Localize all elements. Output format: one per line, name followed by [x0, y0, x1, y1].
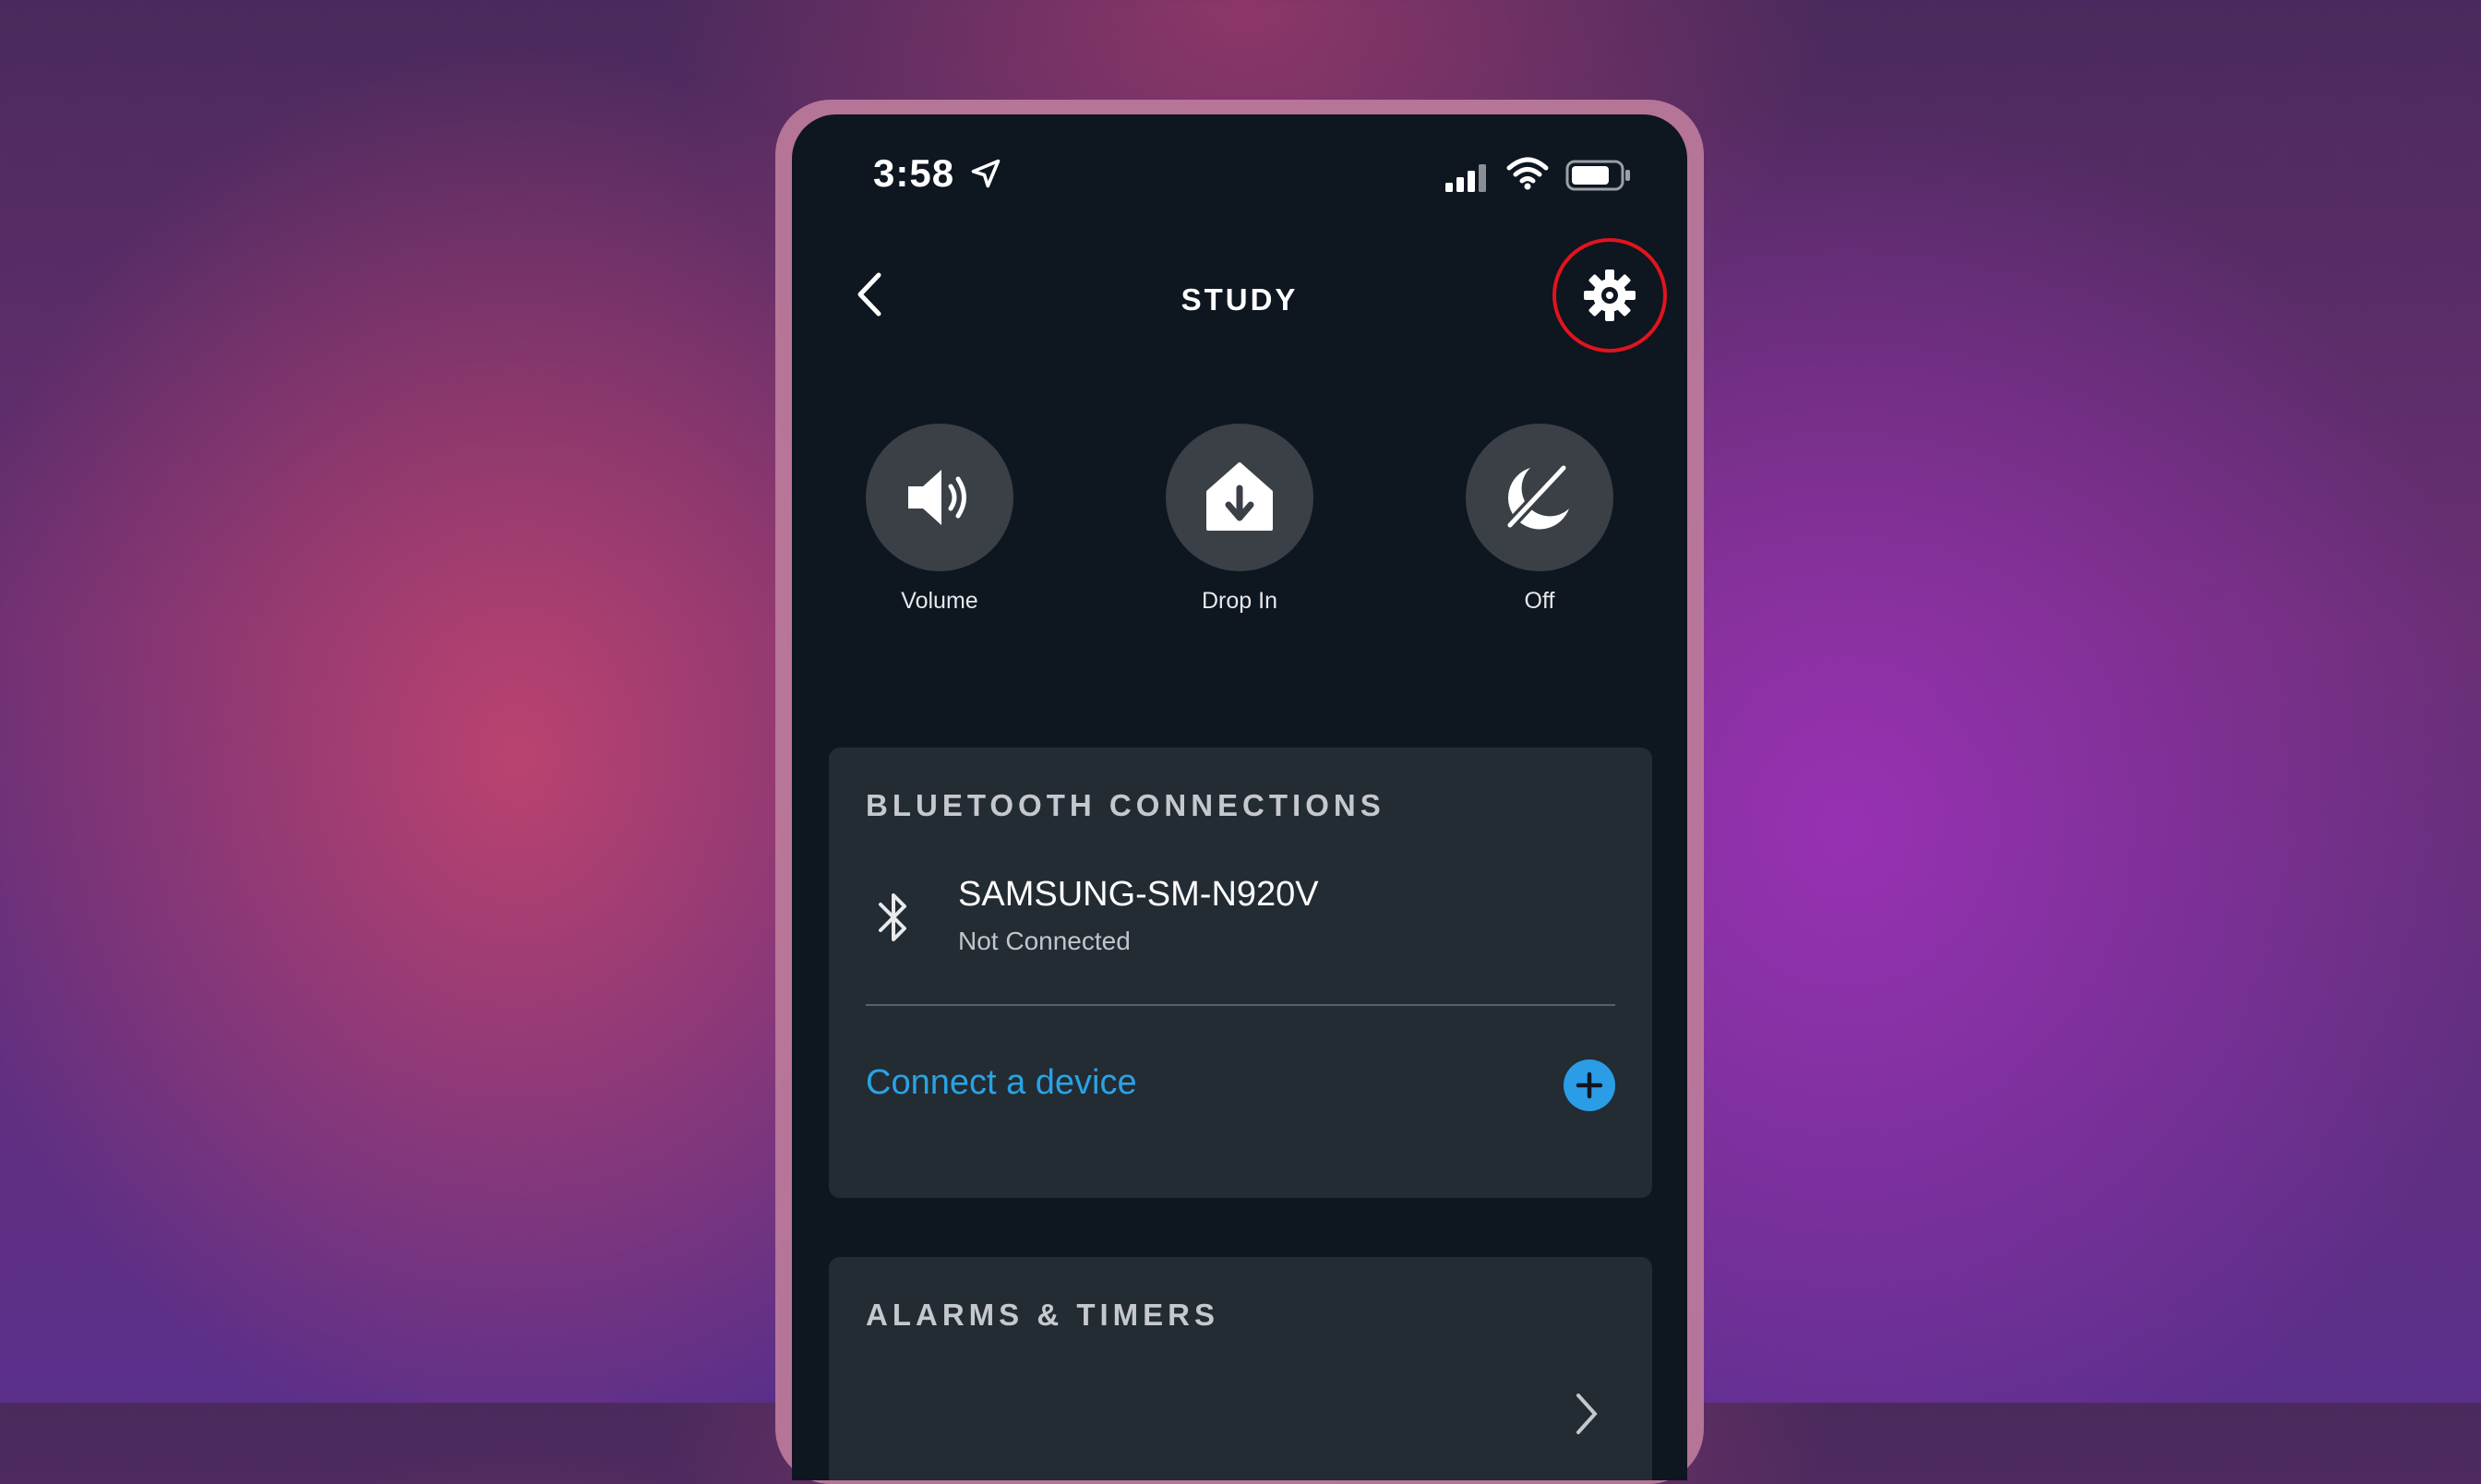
drop-in-icon	[1206, 462, 1273, 531]
app-screen: 3:58 STUDY Volume Drop In Off BLUETOOTH …	[792, 114, 1687, 1480]
bluetooth-device-row[interactable]: SAMSUNG-SM-N920V Not Connected	[829, 868, 1652, 969]
drop-in-label: Drop In	[1202, 588, 1277, 614]
device-name: SAMSUNG-SM-N920V	[958, 875, 1319, 914]
status-bar: 3:58	[792, 114, 1687, 234]
cellular-signal-icon	[1445, 164, 1486, 192]
chevron-right-icon[interactable]	[1567, 1386, 1604, 1442]
do-not-disturb-action[interactable]: Off	[1429, 424, 1650, 615]
volume-button[interactable]	[866, 424, 1013, 571]
battery-icon	[1565, 160, 1630, 191]
divider	[866, 1004, 1615, 1006]
status-time: 3:58	[873, 151, 955, 195]
connect-device-link[interactable]: Connect a device	[866, 1063, 1137, 1103]
alarms-card: ALARMS & TIMERS	[829, 1257, 1652, 1480]
connect-device-row[interactable]: Connect a device	[829, 1052, 1652, 1126]
do-not-disturb-label: Off	[1524, 588, 1555, 614]
wifi-icon	[1506, 157, 1549, 190]
quick-actions: Volume Drop In Off	[792, 424, 1687, 614]
add-device-button[interactable]	[1564, 1059, 1615, 1111]
top-nav: STUDY	[792, 234, 1687, 364]
do-not-disturb-icon	[1504, 462, 1569, 531]
gear-icon	[1584, 269, 1636, 321]
bluetooth-card: BLUETOOTH CONNECTIONS SAMSUNG-SM-N920V N…	[829, 748, 1652, 1198]
speaker-icon	[908, 470, 966, 525]
drop-in-action[interactable]: Drop In	[1129, 424, 1350, 615]
plus-icon	[1576, 1071, 1603, 1099]
device-status: Not Connected	[958, 927, 1131, 955]
drop-in-button[interactable]	[1166, 424, 1313, 571]
alarms-heading: ALARMS & TIMERS	[866, 1298, 1219, 1332]
volume-action[interactable]: Volume	[829, 424, 1050, 615]
do-not-disturb-button[interactable]	[1466, 424, 1613, 571]
bluetooth-heading: BLUETOOTH CONNECTIONS	[866, 788, 1385, 822]
location-arrow-icon	[971, 159, 1001, 188]
bluetooth-icon	[879, 893, 906, 941]
settings-button[interactable]	[1552, 238, 1667, 353]
volume-label: Volume	[901, 588, 978, 614]
